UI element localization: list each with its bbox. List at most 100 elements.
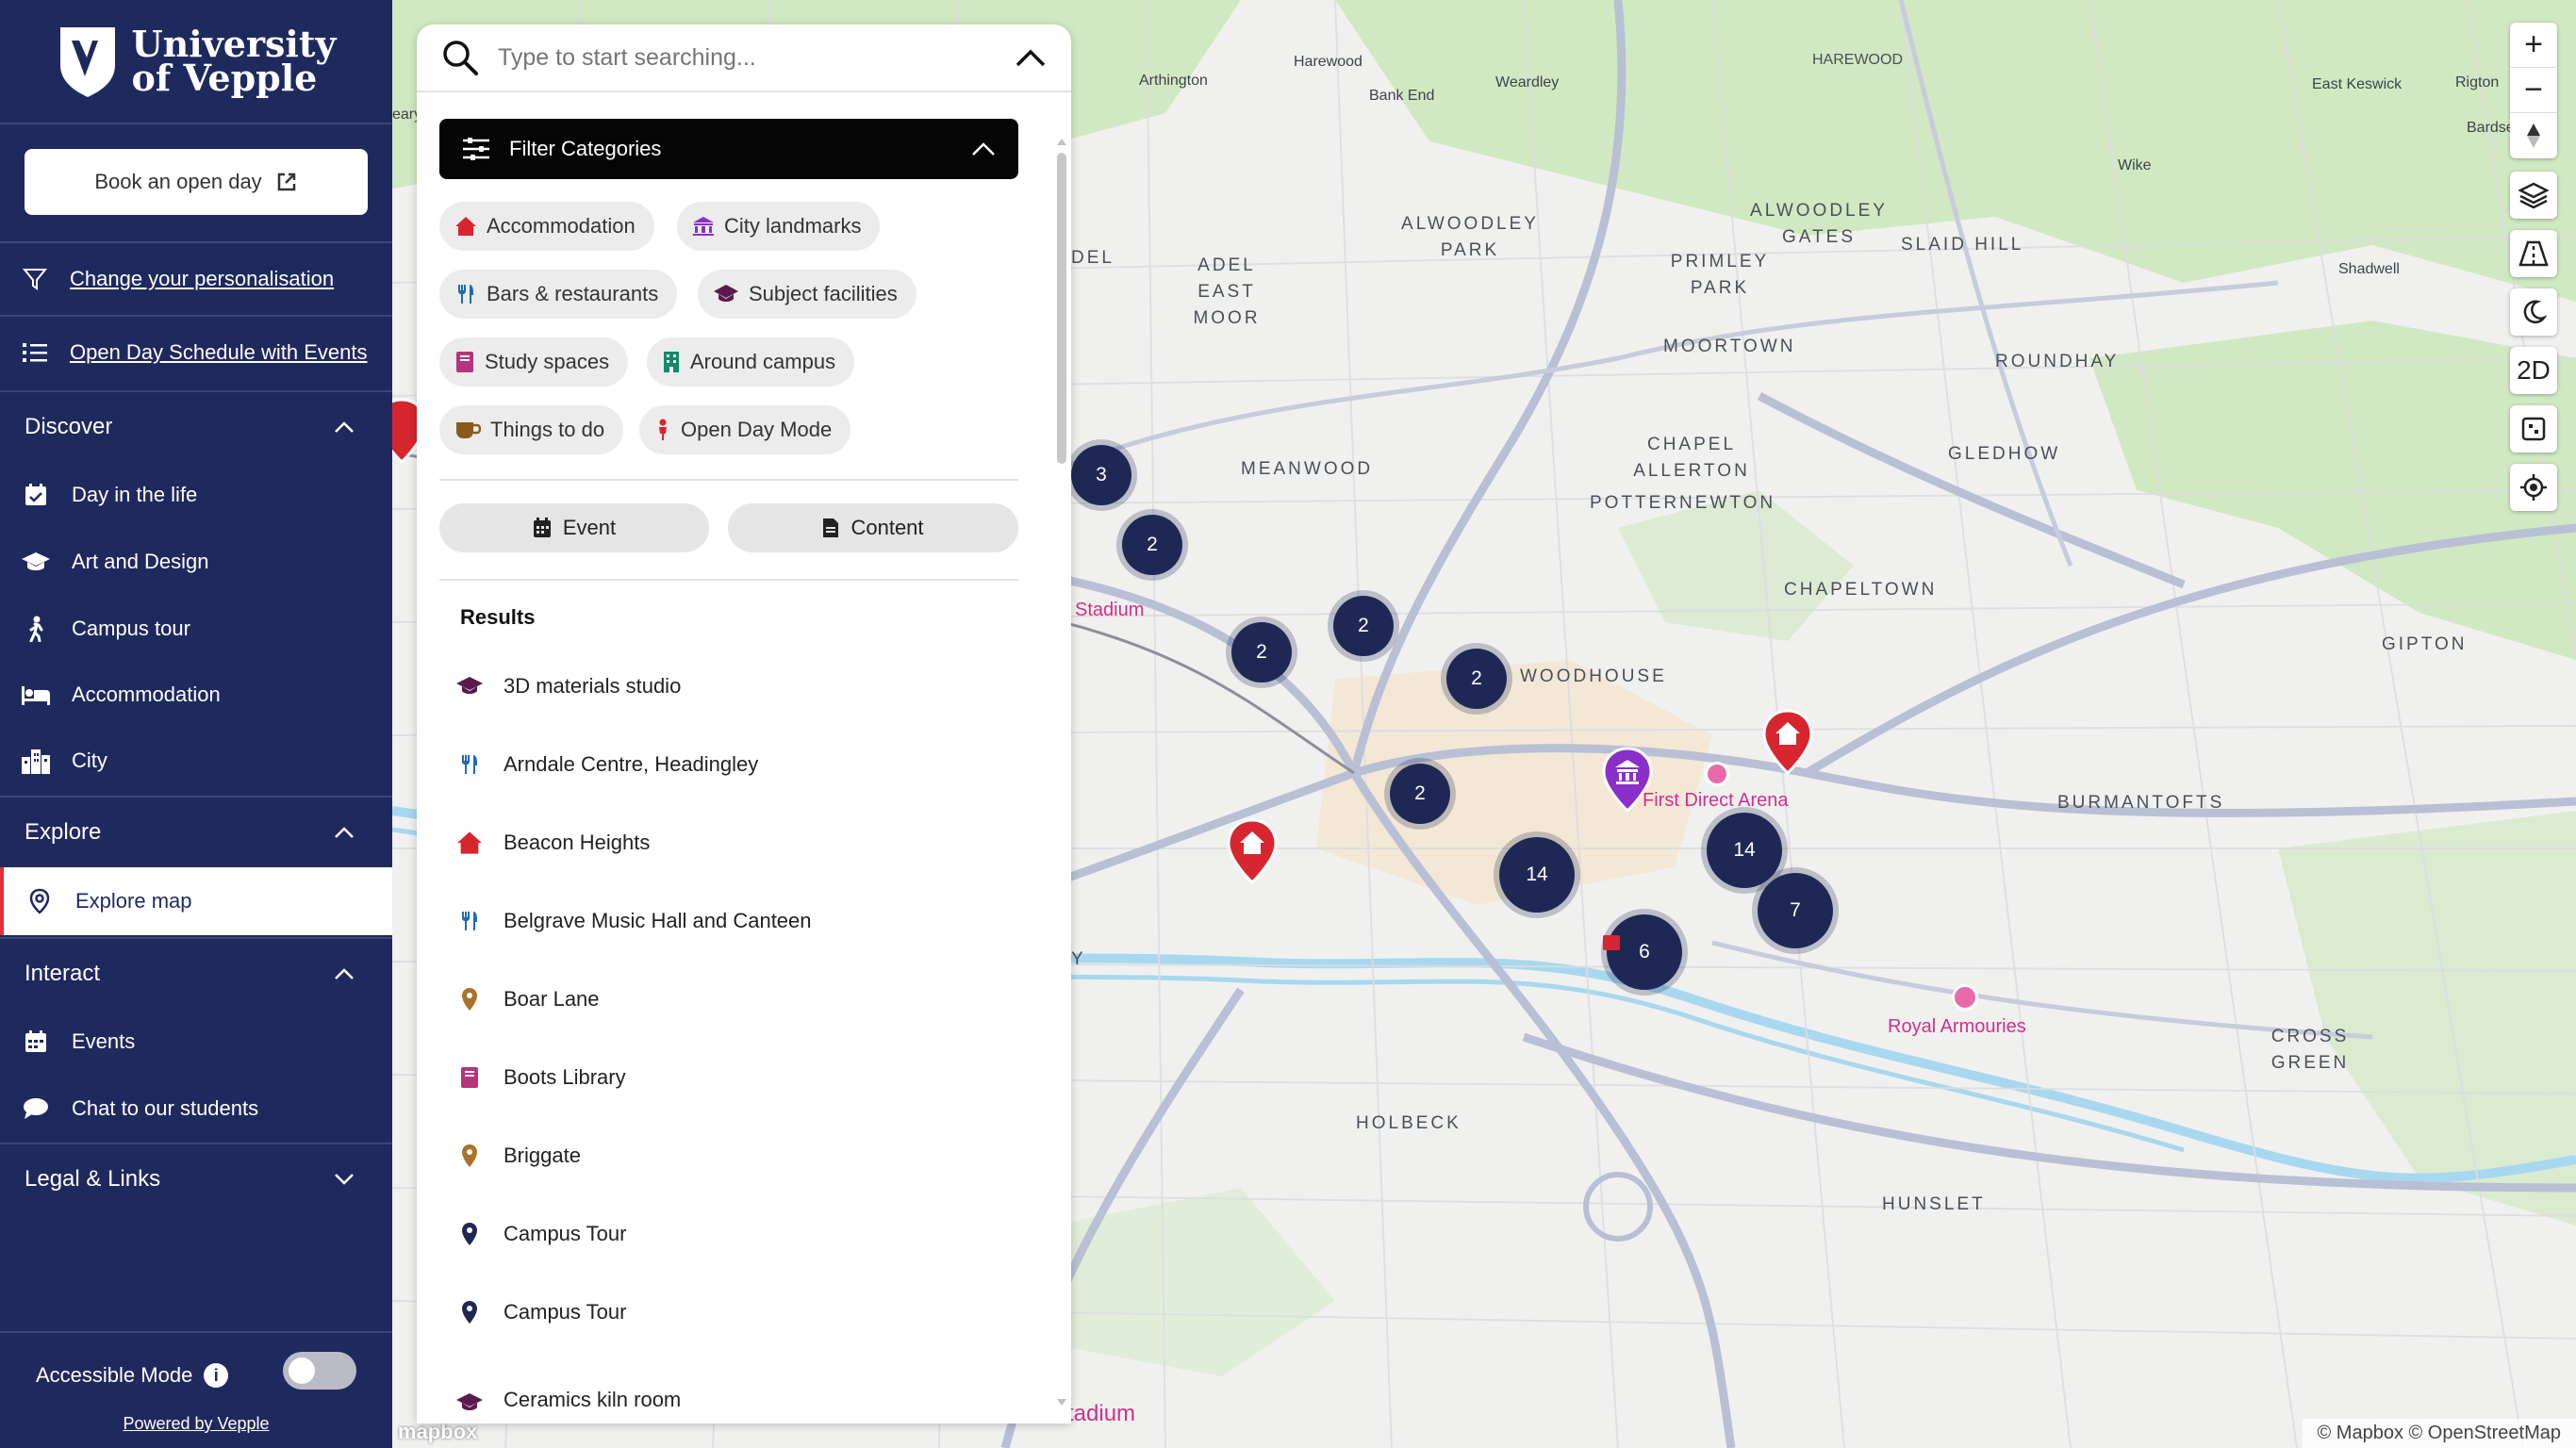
qr-button[interactable] bbox=[2510, 405, 2557, 452]
place-label: ADEL EAST MOOR bbox=[1193, 255, 1261, 328]
place-label: POTTERNEWTON bbox=[1590, 493, 1776, 513]
result-item[interactable]: Beacon Heights bbox=[454, 814, 983, 871]
accessible-mode-toggle[interactable] bbox=[283, 1352, 356, 1390]
chip-things-to-do[interactable]: Things to do bbox=[439, 405, 624, 454]
result-item[interactable]: 3D materials studio bbox=[454, 658, 983, 715]
chevron-up-icon bbox=[972, 142, 995, 156]
chip-subject-facilities[interactable]: Subject facilities bbox=[698, 270, 916, 319]
chip-bars-restaurants[interactable]: Bars & restaurants bbox=[439, 270, 678, 319]
chip-accommodation[interactable]: Accommodation bbox=[439, 202, 654, 251]
nav-item-day-in-the-life[interactable]: Day in the life bbox=[0, 462, 392, 528]
scroll-up-arrow-icon[interactable] bbox=[1056, 136, 1067, 147]
chip-around-campus[interactable]: Around campus bbox=[647, 337, 855, 387]
scroll-down-arrow-icon[interactable] bbox=[1056, 1397, 1067, 1408]
place-label: HOLBECK bbox=[1356, 1113, 1461, 1133]
scrollbar-thumb[interactable] bbox=[1057, 153, 1066, 464]
result-item[interactable]: Campus Tour bbox=[454, 1284, 983, 1341]
dark-mode-button[interactable] bbox=[2510, 288, 2557, 336]
view-mode-button[interactable]: 2D bbox=[2510, 347, 2557, 394]
map-marker-icon bbox=[454, 1297, 485, 1327]
open-day-schedule-link[interactable]: Open Day Schedule with Events bbox=[0, 315, 392, 388]
collapse-chevron-up-icon[interactable] bbox=[1015, 47, 1047, 68]
book-icon bbox=[454, 1062, 485, 1093]
nav-item-events[interactable]: Events bbox=[0, 1009, 392, 1075]
result-item[interactable]: Belgrave Music Hall and Canteen bbox=[454, 893, 983, 949]
graduation-cap-icon bbox=[454, 671, 485, 701]
crosshair-icon bbox=[2520, 474, 2547, 501]
discover-section-toggle[interactable]: Discover bbox=[0, 390, 392, 462]
legal-section-toggle[interactable]: Legal & Links bbox=[0, 1143, 392, 1214]
accessible-mode-label: Accessible Mode i bbox=[36, 1363, 229, 1388]
compass-button[interactable] bbox=[2510, 113, 2557, 158]
map-cluster[interactable]: 3 bbox=[1071, 445, 1131, 505]
nav-item-accommodation[interactable]: Accommodation bbox=[0, 662, 392, 728]
map-cluster[interactable]: 14 bbox=[1707, 813, 1782, 888]
poi-label-first-direct-arena[interactable]: First Direct Arena bbox=[1643, 790, 1788, 812]
poi-label-royal-armouries[interactable]: Royal Armouries bbox=[1888, 1016, 2026, 1038]
search-panel: Filter Categories Accommodation City lan… bbox=[417, 25, 1071, 1423]
result-label: Beacon Heights bbox=[504, 831, 651, 854]
map-cluster[interactable]: 2 bbox=[1446, 649, 1507, 709]
search-input[interactable] bbox=[498, 43, 996, 72]
university-logo[interactable]: University of Vepple bbox=[0, 0, 392, 124]
map-cluster[interactable]: 2 bbox=[1390, 764, 1450, 824]
zoom-in-button[interactable]: + bbox=[2510, 23, 2557, 68]
interact-section-toggle[interactable]: Interact bbox=[0, 937, 392, 1009]
explore-section-toggle[interactable]: Explore bbox=[0, 796, 392, 867]
map-cluster[interactable]: 2 bbox=[1333, 596, 1394, 656]
layers-button[interactable] bbox=[2510, 172, 2557, 219]
nav-item-campus-tour[interactable]: Campus tour bbox=[0, 596, 392, 662]
accommodation-pin-icon[interactable] bbox=[1227, 818, 1278, 884]
change-personalisation-label: Change your personalisation bbox=[70, 267, 335, 290]
powered-by-link[interactable]: Powered by Vepple bbox=[0, 1414, 392, 1434]
ticket-icon[interactable] bbox=[1705, 762, 1729, 786]
result-label: Campus Tour bbox=[504, 1222, 627, 1245]
chip-city-landmarks[interactable]: City landmarks bbox=[677, 202, 881, 251]
result-item[interactable]: Briggate bbox=[454, 1127, 983, 1184]
nav-item-art-and-design[interactable]: Art and Design bbox=[0, 529, 392, 595]
result-item[interactable]: Boar Lane bbox=[454, 971, 983, 1028]
info-icon[interactable]: i bbox=[204, 1363, 229, 1388]
place-label: GLEDHOW bbox=[1948, 444, 2061, 464]
accommodation-pin-icon[interactable] bbox=[1762, 709, 1813, 775]
map-cluster[interactable]: 2 bbox=[1231, 622, 1292, 683]
place-label: Shadwell bbox=[2338, 261, 2400, 277]
content-type-button[interactable]: Content bbox=[728, 503, 1018, 552]
open-day-schedule-label: Open Day Schedule with Events bbox=[70, 340, 368, 364]
sliders-icon bbox=[463, 138, 489, 160]
graduation-cap-icon bbox=[714, 285, 738, 302]
result-item[interactable]: Arndale Centre, Headingley bbox=[454, 736, 983, 793]
nav-item-chat-to-students[interactable]: Chat to our students bbox=[0, 1076, 392, 1142]
result-item[interactable]: Ceramics kiln room bbox=[454, 1388, 983, 1416]
filter-categories-toggle[interactable]: Filter Categories bbox=[439, 119, 1018, 179]
landmark-pin-icon[interactable] bbox=[1602, 747, 1653, 813]
chip-open-day-mode[interactable]: Open Day Mode bbox=[639, 405, 851, 454]
map-cluster[interactable]: 14 bbox=[1499, 837, 1575, 913]
event-type-label: Event bbox=[562, 516, 617, 539]
building-icon bbox=[664, 352, 679, 372]
map-cluster[interactable]: 6 bbox=[1607, 914, 1682, 990]
document-icon bbox=[823, 518, 839, 537]
zoom-out-button[interactable]: − bbox=[2510, 68, 2557, 113]
chip-study-spaces[interactable]: Study spaces bbox=[439, 337, 629, 387]
results-scrollbar[interactable] bbox=[1056, 136, 1067, 1408]
book-open-day-button[interactable]: Book an open day bbox=[25, 149, 368, 215]
event-type-button[interactable]: Event bbox=[439, 503, 709, 552]
locate-me-button[interactable] bbox=[2510, 464, 2557, 511]
nav-item-explore-map[interactable]: Explore map bbox=[0, 867, 392, 935]
poi-label-stadium[interactable]: Stadium bbox=[1075, 600, 1144, 621]
result-item[interactable]: Campus Tour bbox=[454, 1206, 983, 1262]
result-item[interactable]: Boots Library bbox=[454, 1049, 983, 1106]
accessible-mode-text: Accessible Mode bbox=[36, 1363, 193, 1387]
museum-icon[interactable] bbox=[1952, 984, 1978, 1011]
book-icon bbox=[456, 352, 473, 372]
nav-item-city[interactable]: City bbox=[0, 728, 392, 794]
change-personalisation-link[interactable]: Change your personalisation bbox=[0, 241, 392, 315]
station-icon[interactable] bbox=[1603, 935, 1620, 950]
list-icon bbox=[23, 343, 47, 362]
place-label: MOORTOWN bbox=[1663, 337, 1796, 356]
map-cluster[interactable]: 7 bbox=[1758, 873, 1833, 948]
map-cluster[interactable]: 2 bbox=[1122, 515, 1182, 575]
map-attribution[interactable]: © Mapbox © OpenStreetMap bbox=[2302, 1419, 2576, 1448]
street-view-button[interactable] bbox=[2510, 230, 2557, 277]
